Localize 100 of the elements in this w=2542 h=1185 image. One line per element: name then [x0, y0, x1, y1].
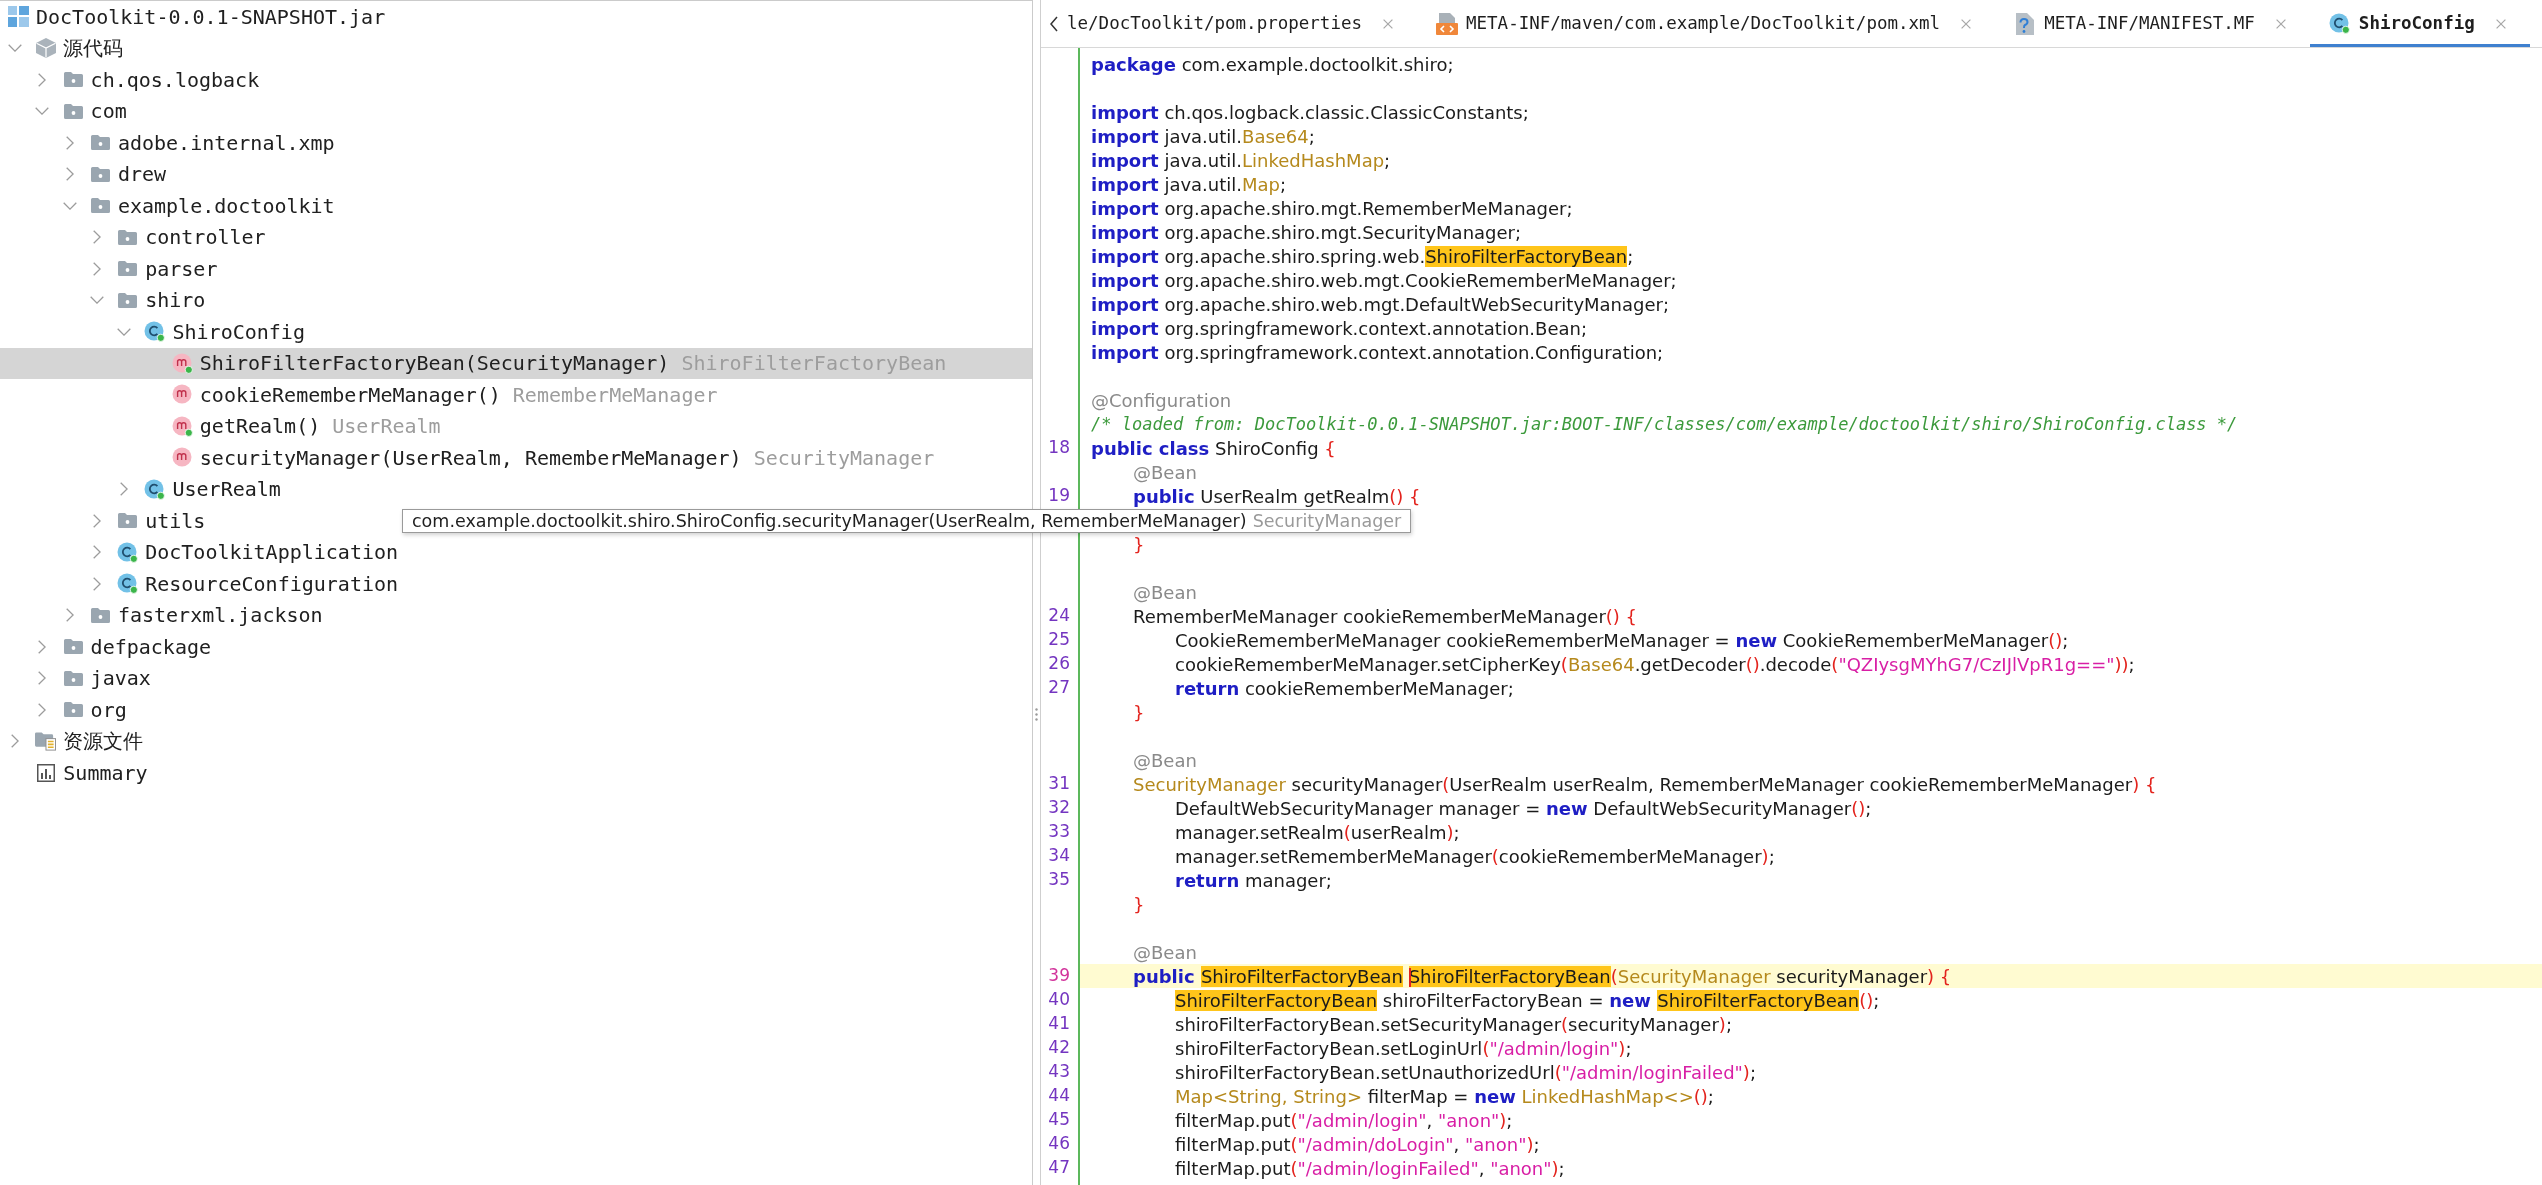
code-line: import org.apache.shiro.mgt.SecurityManager; [1091, 220, 1522, 245]
tree-item-label[interactable]: controller [145, 222, 266, 253]
line-number: 39 [1048, 964, 1070, 988]
chevron-right-icon[interactable] [38, 72, 47, 87]
code-line: @Bean [1133, 580, 1197, 605]
return-type-label: UserRealm [332, 413, 441, 441]
unknown-file-icon [2016, 12, 2035, 35]
code-line: /* loaded from: DocToolkit-0.0.1-SNAPSHOT.jar:BOOT-INF/classes/com/example/doctoolkit/shiro/ShiroConfig.class */ [1091, 413, 2238, 437]
editor-tab[interactable]: ShiroConfig [2309, 0, 2530, 47]
chevron-right-icon[interactable] [92, 513, 101, 528]
tree-item-label[interactable]: ch.qos.logback [90, 64, 260, 95]
chevron-right-icon[interactable] [38, 702, 47, 717]
code-line: import org.apache.shiro.web.mgt.DefaultWebSecurityManager; [1091, 292, 1669, 317]
tree-item-label[interactable]: 资源文件 [63, 726, 144, 757]
line-number: 19 [1048, 484, 1070, 508]
tree-item-label[interactable]: 源代码 [63, 33, 124, 64]
close-icon[interactable] [1961, 18, 1972, 29]
selected-tree-row[interactable]: ShiroFilterFactoryBean(SecurityManager) ShiroFilterFactoryBean [0, 347, 1032, 379]
tree-item-label[interactable]: shiro [145, 285, 206, 316]
chevron-right-icon[interactable] [38, 639, 47, 654]
editor-tab[interactable]: le/DocToolkit/pom.properties [1058, 0, 1417, 47]
chevron-down-icon[interactable] [62, 201, 77, 210]
tree-item-label[interactable]: UserRealm [172, 474, 281, 505]
line-number: 31 [1048, 772, 1070, 796]
tree-item-label[interactable]: getRealm() [199, 411, 321, 442]
line-number: 32 [1048, 796, 1070, 820]
tree-item-label[interactable]: ShiroConfig [172, 316, 305, 347]
code-line: return manager; [1175, 868, 1332, 893]
tree-item-label[interactable]: ResourceConfiguration [145, 568, 399, 599]
line-number: 46 [1048, 1132, 1070, 1156]
code-line: import org.apache.shiro.spring.web.ShiroFilterFactoryBean; [1091, 244, 1634, 269]
chevron-right-icon[interactable] [92, 545, 101, 560]
folder-icon [63, 639, 83, 655]
tree-item-label[interactable]: securityManager(UserRealm, RememberMeManager) [199, 442, 742, 473]
code-line: shiroFilterFactoryBean.setSecurityManager(securityManager); [1175, 1012, 1732, 1037]
tree-item-label[interactable]: org [90, 694, 127, 725]
chevron-right-icon[interactable] [65, 135, 74, 150]
tree-item-label[interactable]: Summary [63, 757, 148, 788]
folder-icon [63, 72, 83, 88]
chevron-right-icon[interactable] [92, 230, 101, 245]
line-number: 42 [1048, 1036, 1070, 1060]
line-number: 18 [1048, 436, 1070, 460]
tree-item-label[interactable]: ShiroFilterFactoryBean(SecurityManager) [199, 348, 670, 379]
chevron-right-icon[interactable] [11, 734, 19, 749]
tree-item-label[interactable]: utils [145, 505, 206, 536]
chevron-right-icon[interactable] [92, 261, 101, 276]
chevron-down-icon[interactable] [8, 44, 22, 53]
chevron-down-icon[interactable] [35, 107, 50, 116]
code-line: @Configuration [1091, 388, 1232, 413]
chevron-right-icon[interactable] [65, 608, 74, 623]
line-number: 47 [1048, 1156, 1070, 1180]
chevron-right-icon[interactable] [120, 482, 129, 497]
tree-item-label[interactable]: fasterxml.jackson [117, 600, 323, 631]
folder-icon [90, 607, 110, 623]
code-line: import java.util.Map; [1091, 172, 1287, 197]
tree-item-label[interactable]: DocToolkitApplication [145, 537, 399, 568]
editor-tab[interactable]: META-INF/maven/com.example/DocToolkit/pom.xml [1417, 0, 1996, 47]
chevron-right-icon[interactable] [65, 167, 74, 182]
line-number: 45 [1048, 1108, 1070, 1132]
code-line: DefaultWebSecurityManager manager = new DefaultWebSecurityManager(); [1175, 796, 1872, 821]
code-line: } [1133, 532, 1145, 557]
editor-tab[interactable]: META-INF/MANIFEST.MF [1995, 0, 2310, 47]
tree-item-label[interactable]: javax [90, 663, 151, 694]
line-number: 24 [1048, 604, 1070, 628]
code-line: filterMap.put("/admin/doLogin", "anon"); [1175, 1132, 1540, 1157]
cube-icon [35, 38, 56, 59]
tooltip-signature: com.example.doctoolkit.shiro.ShiroConfig.securityManager(UserRealm, RememberMeManager) [412, 509, 1247, 533]
folder-icon [118, 513, 138, 529]
chevron-right-icon[interactable] [92, 576, 101, 591]
scroll-left-icon[interactable] [1050, 15, 1058, 32]
tree-item-label[interactable]: adobe.internal.xmp [117, 127, 335, 158]
line-number: 26 [1048, 652, 1070, 676]
code-line: manager.setRealm(userRealm); [1175, 820, 1460, 845]
tree-item-label[interactable]: defpackage [90, 631, 211, 662]
line-number: 43 [1048, 1060, 1070, 1084]
code-line: Map<String, String> filterMap = new LinkedHashMap<>(); [1175, 1084, 1714, 1109]
line-number: 25 [1048, 628, 1070, 652]
close-icon[interactable] [2275, 18, 2286, 29]
chevron-down-icon[interactable] [117, 327, 132, 336]
close-icon[interactable] [2495, 18, 2506, 29]
splitter-grip-icon[interactable] [1035, 708, 1038, 721]
tree-item-label[interactable]: DocToolkit-0.0.1-SNAPSHOT.jar [36, 1, 386, 32]
tree-item-label[interactable]: cookieRememberMeManager() [199, 379, 501, 410]
chevron-right-icon[interactable] [38, 671, 47, 686]
code-line: shiroFilterFactoryBean.setUnauthorizedUrl("/admin/loginFailed"); [1175, 1060, 1756, 1085]
tree-item-label[interactable]: drew [117, 159, 167, 190]
code-line: @Bean [1133, 748, 1197, 773]
tree-item-label[interactable]: example.doctoolkit [117, 190, 335, 221]
code-line: return cookieRememberMeManager; [1175, 676, 1514, 701]
code-line: import ch.qos.logback.classic.ClassicConstants; [1091, 100, 1529, 125]
tree-item-label[interactable]: parser [145, 253, 218, 284]
line-number: 41 [1048, 1012, 1070, 1036]
code-line: import org.springframework.context.annotation.Configuration; [1091, 340, 1664, 365]
xml-file-icon [1436, 12, 1458, 35]
close-icon[interactable] [1383, 18, 1393, 29]
code-line: public ShiroFilterFactoryBean ShiroFilterFactoryBean(SecurityManager securityManager) { [1133, 964, 1952, 989]
tree-item-label[interactable]: com [90, 96, 127, 127]
chevron-down-icon[interactable] [89, 296, 104, 305]
code-line: @Bean [1133, 940, 1197, 965]
code-line: import org.springframework.context.annotation.Bean; [1091, 316, 1587, 341]
